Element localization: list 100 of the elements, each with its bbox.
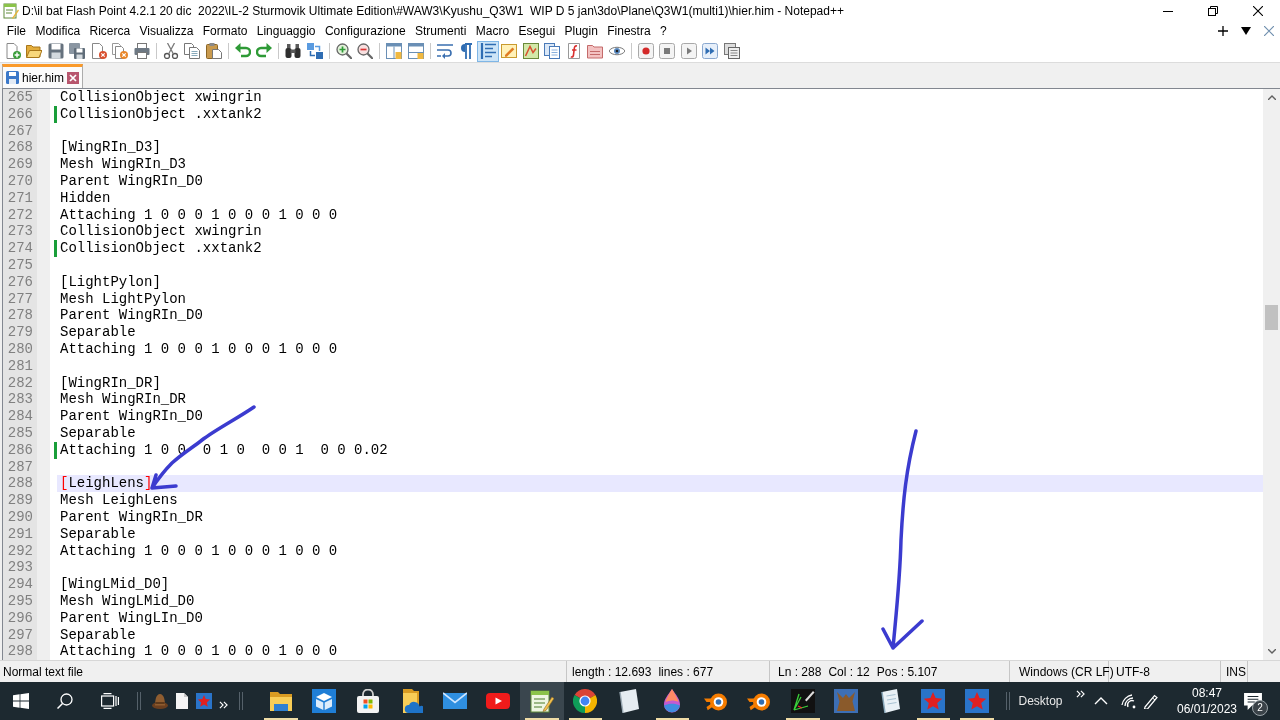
code-line: Mesh WingRIn_D3 (60, 156, 187, 173)
save-all-button[interactable] (66, 40, 88, 62)
triangle-down-icon[interactable] (1241, 27, 1251, 35)
line-number: 275 (6, 256, 34, 274)
search-icon (57, 693, 73, 709)
paste-button[interactable] (203, 40, 225, 62)
line-number: 283 (6, 391, 34, 409)
double-chevron-icon[interactable] (1076, 690, 1086, 698)
line-number: 273 (6, 223, 34, 241)
close-all-button[interactable] (109, 40, 131, 62)
line-number: 268 (6, 139, 34, 157)
split-window-icon (407, 43, 424, 59)
chevron-up-icon[interactable] (1094, 697, 1108, 705)
menu-item[interactable]: Formato (198, 22, 253, 40)
line-number: 292 (6, 542, 34, 560)
page-close-icon (90, 43, 107, 59)
creature-icon (834, 689, 859, 713)
hat-icon[interactable] (152, 693, 168, 709)
undo-icon (234, 43, 251, 59)
document-list-button[interactable] (541, 40, 563, 62)
code-line: Parent WingRIn_D0 (60, 173, 203, 189)
caret-up-icon[interactable] (1267, 95, 1276, 100)
caret-down-icon[interactable] (1267, 649, 1276, 654)
code-line: Attaching 1 0 0 0 1 0 0 0 1 0 0 0 (60, 340, 338, 357)
folder-icon (26, 43, 43, 59)
run-macro-multiple-button[interactable] (699, 40, 721, 62)
menu-item[interactable]: Configurazione (320, 22, 411, 40)
split-window-icon (386, 43, 403, 59)
desktop-toolbar-label[interactable]: Desktop (1018, 694, 1063, 708)
menu-item[interactable]: Linguaggio (252, 22, 321, 40)
line-number: 298 (6, 643, 34, 660)
plus-icon[interactable] (1218, 26, 1228, 36)
function-page-icon (565, 43, 582, 59)
stop-recording-button[interactable] (656, 40, 678, 62)
zoom-out-icon (357, 43, 374, 59)
menu-item[interactable]: Strumenti (410, 22, 472, 40)
taskbar-app-button[interactable] (520, 682, 564, 720)
line-number: 277 (6, 290, 34, 308)
code-line: CollisionObject xwingrin (60, 223, 262, 240)
clipboard-icon (205, 43, 222, 59)
code-line: [LightPylon] (60, 273, 161, 290)
new-page-icon (4, 43, 21, 59)
zoom-out-button[interactable] (354, 40, 376, 62)
clock-date[interactable]: 06/01/2023 (1176, 701, 1238, 717)
menu-item[interactable]: Macro (471, 22, 514, 40)
menu-item[interactable]: Visualizza (134, 22, 199, 40)
replace-button[interactable] (304, 40, 326, 62)
shopping-bag-icon (355, 689, 380, 713)
copy-icon (184, 43, 201, 59)
document-map-button[interactable] (520, 40, 542, 62)
star-icon[interactable] (196, 693, 212, 709)
menu-item[interactable]: Esegui (513, 22, 560, 40)
copy-button[interactable] (181, 40, 203, 62)
line-number: 290 (6, 508, 34, 526)
file-tab[interactable]: hier.him (2, 64, 84, 88)
menu-item[interactable]: Finestra (602, 22, 656, 40)
folder-icon (587, 43, 604, 59)
close-icon[interactable] (67, 71, 80, 84)
clock-time[interactable]: 08:47 (1192, 685, 1222, 701)
double-chevron-icon[interactable] (218, 701, 228, 709)
menu-item[interactable]: File (2, 22, 31, 40)
line-number: 285 (6, 424, 34, 442)
line-number: 270 (6, 173, 34, 190)
pen-tool-icon (790, 689, 815, 713)
indent-guide-button[interactable] (477, 40, 499, 62)
line-number: 289 (6, 492, 34, 509)
menu-item[interactable]: Plugin (559, 22, 603, 40)
zoom-in-button[interactable] (333, 40, 355, 62)
save-macro-button[interactable] (721, 40, 743, 62)
floppy-disks-icon (69, 43, 86, 59)
sync-vertical-button[interactable] (383, 40, 405, 62)
close-icon[interactable] (1264, 26, 1274, 36)
page-icon[interactable] (176, 693, 188, 709)
browser-icon (573, 689, 598, 713)
documents-icon (544, 43, 561, 59)
line-number: 287 (6, 458, 34, 476)
file-type-label: Normal text file (3, 664, 84, 679)
sync-horizontal-button[interactable] (405, 40, 427, 62)
cursor-line-label: Ln : 288 (778, 664, 822, 679)
line-number: 265 (6, 89, 34, 106)
playback-button[interactable] (678, 40, 700, 62)
code-line: Attaching 1 0 0 0 1 0 0 0 1 0 0 0 (60, 643, 338, 660)
scrollbar-thumb[interactable] (1265, 305, 1278, 330)
record-macro-button[interactable] (635, 40, 657, 62)
menu-item[interactable]: Ricerca (84, 22, 135, 40)
line-number: 272 (6, 206, 34, 224)
redo-icon (256, 43, 273, 59)
line-number: 294 (6, 576, 34, 593)
code-line: Attaching 1 0 0 0 1 0 0 0 1 0 0 0 (60, 542, 338, 559)
menu-item[interactable]: ? (655, 22, 672, 40)
line-number: 282 (6, 374, 34, 392)
folder-icon (268, 689, 293, 713)
line-number: 274 (6, 240, 34, 257)
zoom-in-icon (335, 43, 352, 59)
pilcrow-icon (458, 43, 475, 59)
line-count-label: lines : 677 (658, 664, 714, 679)
menu-item[interactable]: Modifica (30, 22, 85, 40)
pen-icon[interactable] (1143, 693, 1159, 709)
wifi-icon[interactable] (1120, 693, 1136, 709)
fast-forward-icon (702, 43, 719, 59)
